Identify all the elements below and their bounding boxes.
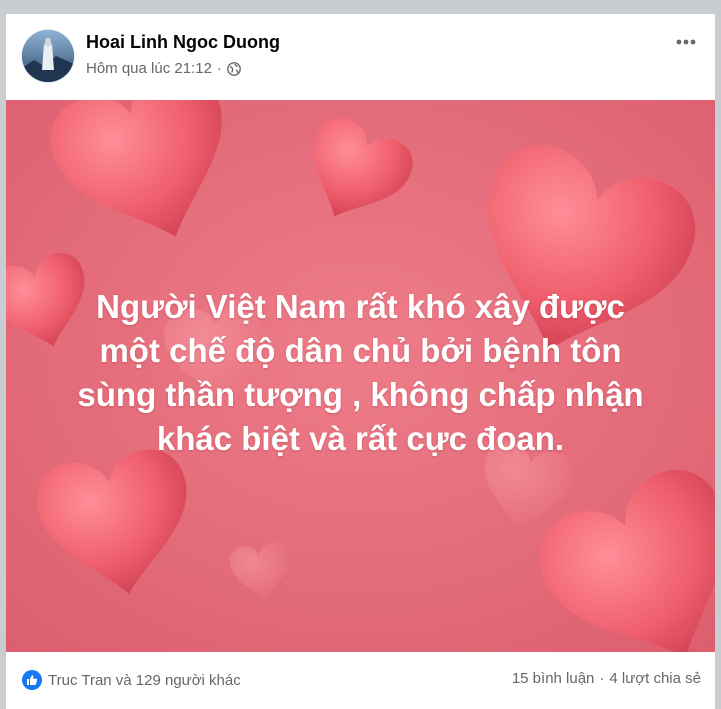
post-card: Hoai Linh Ngoc Duong Hôm qua lúc 21:12 · xyxy=(6,14,715,709)
post-text-line: sùng thần tượng , không chấp nhận xyxy=(77,376,644,413)
shares-count[interactable]: 4 lượt chia sẻ xyxy=(609,670,701,687)
post-meta: Hôm qua lúc 21:12 · xyxy=(86,60,241,77)
post-text-line: khác biệt và rất cực đoan. xyxy=(156,420,565,457)
engagement-counts: 15 bình luận · 4 lượt chia sẻ xyxy=(512,670,701,687)
reactions-text: Truc Tran và 129 người khác xyxy=(48,671,241,689)
post-timestamp[interactable]: Hôm qua lúc 21:12 xyxy=(86,60,212,77)
comments-count[interactable]: 15 bình luận xyxy=(512,670,595,687)
avatar[interactable] xyxy=(22,30,74,82)
globe-icon[interactable] xyxy=(227,62,241,76)
counts-separator: · xyxy=(599,670,605,687)
more-options-icon[interactable] xyxy=(671,30,701,54)
meta-separator: · xyxy=(216,60,222,77)
post-footer: Truc Tran và 129 người khác 15 bình luận… xyxy=(6,652,715,709)
author-name[interactable]: Hoai Linh Ngoc Duong xyxy=(86,32,280,53)
post-text: Người Việt Nam rất khó xây được một chế … xyxy=(26,285,695,461)
post-text-line: Người Việt Nam rất khó xây được xyxy=(96,288,625,325)
post-text-line: một chế độ dân chủ bởi bệnh tôn xyxy=(99,332,622,369)
post-header: Hoai Linh Ngoc Duong Hôm qua lúc 21:12 · xyxy=(6,14,715,100)
reactions-summary[interactable]: Truc Tran và 129 người khác xyxy=(22,670,241,690)
post-image[interactable]: Người Việt Nam rất khó xây được một chế … xyxy=(6,100,715,652)
like-icon xyxy=(22,670,42,690)
